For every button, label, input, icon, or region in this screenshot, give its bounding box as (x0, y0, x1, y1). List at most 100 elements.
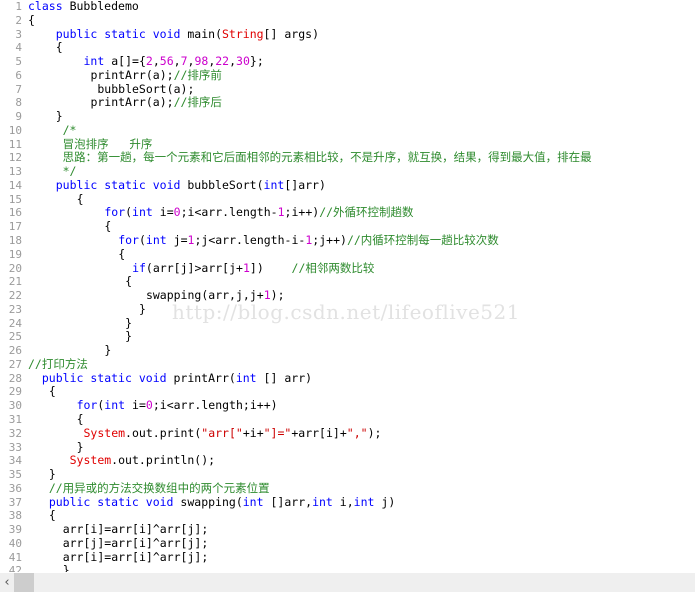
line-source: */ (28, 164, 77, 179)
line-source: int a[]={2,56,7,98,22,30}; (83, 54, 264, 69)
line-number: 41 (8, 550, 22, 564)
line-source: { (76, 191, 84, 206)
code-line[interactable]: 15 { (0, 191, 695, 207)
code-line[interactable]: 38 { (0, 508, 695, 523)
line-source: } (125, 329, 133, 344)
line-number: 38 (8, 509, 22, 523)
line-source: } (76, 439, 84, 454)
horizontal-scrollbar[interactable]: ‹ (0, 572, 695, 592)
code-line[interactable]: 5 int a[]={2,56,7,98,22,30}; (0, 54, 695, 69)
line-source: for(int i=0;i<arr.length;i++) (76, 398, 278, 413)
code-line[interactable]: 3 public static void main(String[] args) (0, 26, 695, 42)
line-source: { (55, 40, 63, 55)
line-source: if(arr[j]>arr[j+1]) //相邻两数比较 (132, 260, 375, 275)
code-line[interactable]: 18 for(int j=1;j<arr.length-i-1;j++)//内循… (0, 233, 695, 248)
code-text-area[interactable]: 1 class Bubbledemo 2{3 public static void … (0, 0, 695, 573)
line-source: for(int i=0;i<arr.length-1;i++)//外循环控制趟数 (104, 205, 414, 220)
code-line[interactable]: 40 arr[j]=arr[i]^arr[j]; (0, 536, 695, 551)
code-line[interactable]: 23 } (0, 302, 695, 317)
code-line[interactable]: 2{ (0, 12, 695, 28)
line-source: public static void printArr(int [] arr) (41, 370, 313, 385)
code-line[interactable]: 4 { (0, 40, 695, 55)
line-source: System.out.print("arr["+i+"]="+arr[i]+",… (83, 425, 382, 440)
code-line[interactable]: 30 for(int i=0;i<arr.length;i++) (0, 398, 695, 413)
line-source: arr[i]=arr[i]^arr[j]; (62, 549, 209, 564)
code-line[interactable]: 24 } (0, 315, 695, 331)
code-line[interactable]: 39 arr[i]=arr[i]^arr[j]; (0, 522, 695, 537)
code-line[interactable]: 14 public static void bubbleSort(int[]ar… (0, 178, 695, 193)
line-source: System.out.println(); (69, 453, 216, 468)
line-source: /* (28, 122, 77, 137)
line-source: for(int j=1;j<arr.length-i-1;j++)//内循环控制… (118, 233, 499, 248)
code-line[interactable]: 7 bubbleSort(a); (0, 82, 695, 97)
code-line[interactable]: 26 } (0, 343, 695, 358)
code-line[interactable]: 37 public static void swapping(int []arr… (0, 494, 695, 510)
code-line[interactable]: 34 System.out.println(); (0, 453, 695, 468)
line-source: printArr(a);//排序后 (90, 95, 222, 110)
line-number: 40 (8, 536, 22, 550)
code-line[interactable]: 12 思路：第一趟，每一个元素和它后面相邻的元素相比较，不是升序，就互换，结果，… (0, 151, 695, 165)
line-number: 34 (8, 454, 22, 468)
code-line[interactable]: 27 //打印方法 (0, 357, 695, 372)
code-line[interactable]: 8 printArr(a);//排序后 (0, 95, 695, 110)
code-line[interactable]: 21 { (0, 274, 695, 289)
scroll-left-arrow-icon[interactable]: ‹ (0, 573, 14, 592)
line-number: 35 (8, 468, 22, 482)
horizontal-scrollbar-track[interactable] (14, 573, 695, 592)
line-source: { (104, 219, 112, 234)
line-number: 11 (8, 137, 22, 151)
code-line[interactable]: 33 } (0, 439, 695, 455)
code-line[interactable]: 6 printArr(a);//排序前 (0, 68, 695, 83)
line-source: } (104, 343, 112, 358)
code-line[interactable]: 9 } (0, 109, 695, 124)
line-number: 36 (8, 481, 22, 495)
line-number: 37 (8, 495, 22, 509)
line-source: public static void main(String[] args) (55, 26, 319, 41)
code-line[interactable]: 41 arr[i]=arr[i]^arr[j]; (0, 549, 695, 565)
code-line[interactable]: 22 swapping(arr,j,j+1); (0, 288, 695, 303)
line-number: 10 (8, 123, 22, 137)
line-number: 15 (8, 192, 22, 206)
line-number: 33 (8, 440, 22, 454)
code-line[interactable]: 10 /* (0, 122, 695, 138)
line-source: } (55, 109, 63, 124)
code-line[interactable]: 36 //用异或的方法交换数组中的两个元素位置 (0, 480, 695, 496)
code-line[interactable]: 31 { (0, 412, 695, 427)
line-number: 23 (8, 302, 22, 316)
line-number: 19 (8, 247, 22, 261)
line-number: 27 (8, 357, 22, 371)
line-number: 7 (15, 82, 22, 96)
code-line[interactable]: 35 } (0, 467, 695, 482)
code-line[interactable]: 25 } (0, 329, 695, 344)
line-number: 2 (15, 13, 22, 27)
line-number: 5 (15, 55, 22, 69)
line-source: { (28, 12, 35, 27)
line-number: 39 (8, 523, 22, 537)
code-line[interactable]: 1 class Bubbledemo (0, 0, 695, 14)
line-number: 29 (8, 385, 22, 399)
line-source: //用异或的方法交换数组中的两个元素位置 (48, 480, 270, 495)
code-line[interactable]: 17 { (0, 219, 695, 234)
line-source: { (48, 384, 56, 399)
code-line[interactable]: 32 System.out.print("arr["+i+"]="+arr[i]… (0, 425, 695, 441)
line-number: 24 (8, 316, 22, 330)
line-source: public static void swapping(int []arr,in… (48, 494, 396, 509)
line-number: 32 (8, 426, 22, 440)
code-line[interactable]: 16 for(int i=0;i<arr.length-1;i++)//外循环控… (0, 206, 695, 220)
line-number: 16 (8, 206, 22, 220)
code-line[interactable]: 28 public static void printArr(int [] ar… (0, 370, 695, 386)
line-number: 30 (8, 399, 22, 413)
code-line[interactable]: 29 { (0, 385, 695, 399)
line-number: 28 (8, 371, 22, 385)
line-source: class Bubbledemo (28, 0, 139, 13)
horizontal-scrollbar-thumb[interactable] (14, 573, 34, 592)
line-source: } (125, 315, 133, 330)
line-source: swapping(arr,j,j+1); (145, 288, 285, 303)
code-line[interactable]: 13 */ (0, 164, 695, 179)
code-line[interactable]: 20 if(arr[j]>arr[j+1]) //相邻两数比较 (0, 260, 695, 276)
line-source: arr[i]=arr[i]^arr[j]; (62, 522, 209, 537)
code-line[interactable]: 11 冒泡排序 升序 (0, 137, 695, 152)
code-line[interactable]: 19 { (0, 246, 695, 262)
line-source: { (118, 246, 126, 261)
line-number: 22 (8, 289, 22, 303)
